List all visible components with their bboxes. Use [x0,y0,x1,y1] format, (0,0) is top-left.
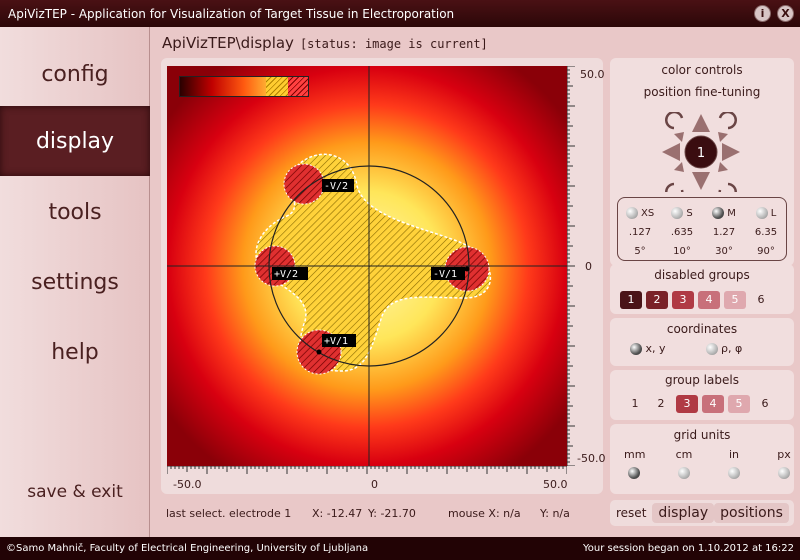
footer: ©Samo Mahnič, Faculty of Electrical Engi… [0,537,800,560]
disabled-groups-title: disabled groups [654,268,750,282]
coordinates-panel: coordinates x, y ρ, φ [610,318,794,366]
electrode-label: -V/2 [324,181,348,192]
size-option-xs[interactable]: XS [620,204,660,223]
coord-xy-option[interactable]: x, y [630,342,666,355]
info-button[interactable]: i [754,5,771,22]
unit-in-option[interactable]: in [724,448,744,479]
group-label-6[interactable]: 6 [754,395,776,413]
disabled-group-2[interactable]: 2 [646,290,668,309]
x-tick-label: 0 [371,478,378,491]
disabled-groups-panel: disabled groups 123456 [610,264,794,314]
size-angle: 10° [673,246,691,257]
grid-units-title: grid units [673,428,731,442]
size-value: 6.35 [754,227,778,238]
y-tick-label: -50.0 [577,452,606,465]
electrode-label: +V/2 [274,269,298,280]
disabled-group-5[interactable]: 5 [724,290,746,309]
y-coordinate: Y: -21.70 [368,507,416,520]
coord-polar-option[interactable]: ρ, φ [705,342,742,355]
nav-display[interactable]: display [0,106,150,176]
nav-help[interactable]: help [0,317,150,387]
position-dpad[interactable]: 1 [660,112,742,192]
breadcrumb: ApiVizTEP\display [162,34,294,52]
unit-mm-option[interactable]: mm [624,448,645,479]
electrode-number: 1 [697,146,705,161]
unit-cm-option[interactable]: cm [674,448,694,479]
nav-settings[interactable]: settings [0,247,150,317]
size-angle: 90° [757,246,775,257]
group-labels-title: group labels [665,373,739,387]
fine-tuning-title: position fine-tuning [643,85,761,99]
x-tick-label: 50.0 [543,478,568,491]
last-electrode-text: last select. electrode 1 [166,507,292,520]
group-label-2[interactable]: 2 [650,395,672,413]
size-value: .127 [628,227,652,238]
arrow-left-icon [662,143,680,161]
size-value: .635 [670,227,694,238]
title-bar: ApiVizTEP - Application for Visualizatio… [0,0,800,27]
coordinates-title: coordinates [666,322,738,336]
electrode-label: -V/1 [433,269,457,280]
size-option-m[interactable]: M [704,204,744,223]
disabled-group-6[interactable]: 6 [750,290,772,309]
display-button[interactable]: display [652,503,715,523]
nav-config[interactable]: config [0,39,150,109]
disabled-group-1[interactable]: 1 [620,290,642,309]
field-plot[interactable]: -V/2 +V/2 -V/1 +V/1 [167,66,567,466]
y-tick-label: 0 [585,260,592,273]
mouse-x: mouse X: n/a [448,507,521,520]
mouse-y: Y: n/a [540,507,570,520]
size-option-s[interactable]: S [662,204,702,223]
arrow-up-icon [692,114,710,132]
x-tick-label: -50.0 [173,478,202,491]
positions-button[interactable]: positions [714,503,789,523]
rotate-cw-icon [718,112,737,130]
reset-button[interactable]: reset [610,506,652,520]
group-label-1[interactable]: 1 [624,395,646,413]
save-exit-button[interactable]: save & exit [0,457,150,527]
electrode-label: +V/1 [324,336,348,347]
size-angle: 30° [715,246,733,257]
size-angle: 5° [634,246,646,257]
arrow-down-icon [692,172,710,190]
size-selector: XS .127 5° S .635 10° M 1.27 30° L 6.35 … [617,197,787,261]
disabled-group-4[interactable]: 4 [698,290,720,309]
left-nav: config display tools settings help save … [0,27,150,537]
arrow-right-icon [722,143,740,161]
color-scale [179,76,309,97]
x-coordinate: X: -12.47 [312,507,363,520]
page-title: ApiVizTEP\display [status: image is curre… [162,34,488,52]
plot-overlay: -V/2 +V/2 -V/1 +V/1 [167,66,567,466]
y-ruler [567,66,575,466]
action-buttons: reset display positions [610,500,794,526]
status-text: [status: image is current] [299,37,488,51]
unit-px-option[interactable]: px [774,448,794,479]
size-value: 1.27 [712,227,736,238]
color-controls-title: color controls [661,63,743,77]
close-button[interactable]: X [777,5,794,22]
y-tick-label: 50.0 [580,68,605,81]
group-label-3[interactable]: 3 [676,394,698,413]
copyright-text: ©Samo Mahnič, Faculty of Electrical Engi… [6,543,369,554]
rotate-ccw-icon [665,112,684,130]
group-label-5[interactable]: 5 [728,394,750,413]
nav-tools[interactable]: tools [0,177,150,247]
x-ruler [167,466,567,474]
session-text: Your session began on 1.10.2012 at 16:22 [583,543,794,554]
window-title: ApiVizTEP - Application for Visualizatio… [8,6,455,21]
disabled-group-3[interactable]: 3 [672,290,694,309]
electrode-mv2 [283,163,325,205]
group-label-4[interactable]: 4 [702,394,724,413]
size-option-l[interactable]: L [746,204,786,223]
grid-units-panel: grid units mm cm in px [610,424,794,494]
group-labels-panel: group labels 123456 [610,370,794,420]
